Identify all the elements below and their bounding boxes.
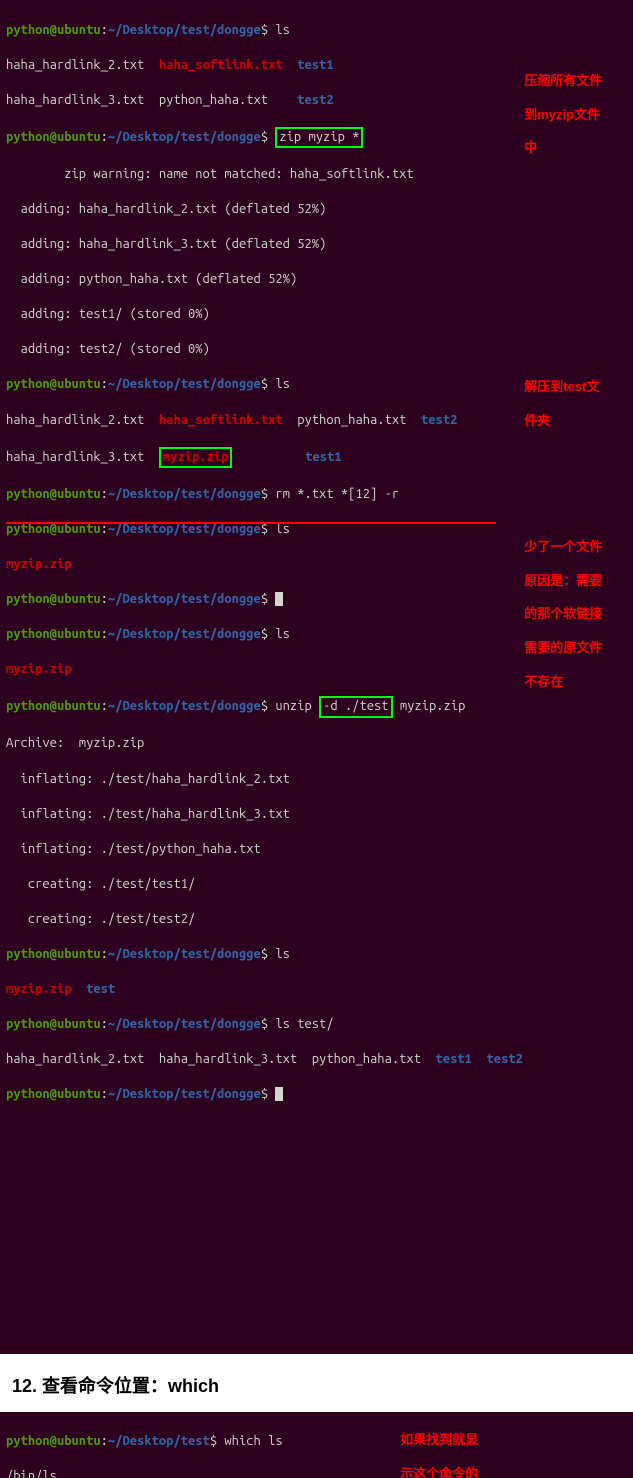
- unzip-output: creating: ./test/test2/: [6, 911, 627, 929]
- dir: test2: [297, 93, 333, 107]
- unzip-output: creating: ./test/test1/: [6, 876, 627, 894]
- archive-line: Archive: myzip.zip: [6, 735, 627, 753]
- file: python_haha.txt: [159, 93, 268, 107]
- prompt-user: python@ubuntu: [6, 23, 101, 37]
- dir: test1: [297, 58, 333, 72]
- highlight-unzip-opt: -d ./test: [319, 696, 393, 718]
- cmd-unzip-pre: unzip: [275, 699, 319, 713]
- zip-warning: zip warning: name not matched: haha_soft…: [6, 166, 627, 184]
- annotation-missing: 少了一个文件 原因是：需要 的那个软链接 需要的原文件 不存在: [517, 522, 627, 691]
- cursor: [275, 1087, 283, 1101]
- section-heading-which: 12. 查看命令位置：which: [12, 1372, 621, 1398]
- cmd-which-ls: which ls: [224, 1434, 282, 1448]
- cmd-rm: rm *.txt *[12] -r: [275, 487, 399, 501]
- annotation-which: 如果找到就显 示这个命令的 路径: [393, 1416, 503, 1478]
- prompt-path: ~/Desktop/test/dongge: [108, 23, 261, 37]
- zip-file: myzip.zip: [163, 450, 229, 464]
- terminal-block-2: python@ubuntu:~/Desktop/test$ which ls /…: [0, 1412, 633, 1478]
- annotation-zip: 压缩所有文件 到myzip文件 中: [517, 56, 627, 157]
- zip-output: adding: haha_hardlink_2.txt (deflated 52…: [6, 201, 627, 219]
- cmd-zip: zip myzip *: [279, 130, 359, 144]
- file: haha_hardlink_3.txt: [6, 93, 144, 107]
- unzip-output: inflating: ./test/haha_hardlink_2.txt: [6, 771, 627, 789]
- highlight-zip-cmd: zip myzip *: [275, 127, 363, 149]
- cursor: [275, 592, 283, 606]
- broken-symlink: haha_softlink.txt: [159, 58, 283, 72]
- cmd-ls: ls: [275, 23, 290, 37]
- file: haha_hardlink_2.txt: [6, 58, 144, 72]
- unzip-output: inflating: ./test/haha_hardlink_3.txt: [6, 806, 627, 824]
- cmd-ls-test: ls test/: [275, 1017, 333, 1031]
- red-underline: [6, 522, 496, 524]
- unzip-output: inflating: ./test/python_haha.txt: [6, 841, 627, 859]
- zip-output: adding: python_haha.txt (deflated 52%): [6, 271, 627, 289]
- zip-output: adding: test2/ (stored 0%): [6, 341, 627, 359]
- which-output: /bin/ls: [6, 1468, 627, 1478]
- zip-output: adding: test1/ (stored 0%): [6, 306, 627, 324]
- zip-output: adding: haha_hardlink_3.txt (deflated 52…: [6, 236, 627, 254]
- annotation-unzip: 解压到test文 件夹: [517, 362, 627, 430]
- highlight-myzip: myzip.zip: [159, 447, 233, 469]
- terminal-block-1: python@ubuntu:~/Desktop/test/dongge$ ls …: [0, 0, 633, 1354]
